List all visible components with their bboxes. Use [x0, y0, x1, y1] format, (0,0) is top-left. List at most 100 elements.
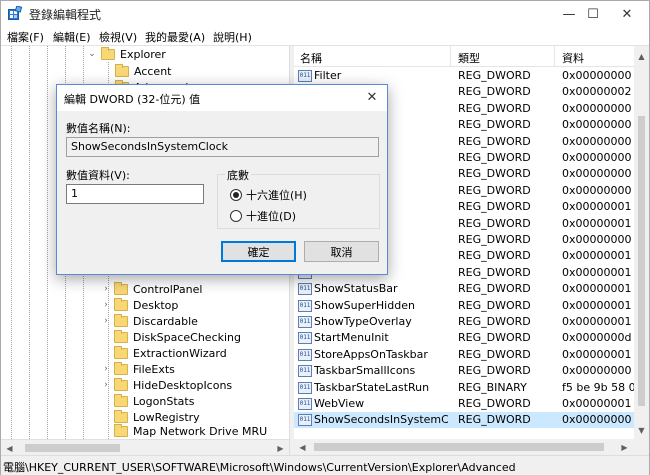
- list-item[interactable]: 011 StoreAppsOnTaskbar REG_DWORD 0x00000001…: [294, 347, 634, 363]
- cell-data: 0x00000001 (1: [562, 200, 634, 214]
- cell-name: ShowSuperHidden: [314, 298, 415, 312]
- tree-item-diskspacechecking[interactable]: DiskSpaceChecking: [114, 329, 241, 345]
- column-header-name[interactable]: 名稱: [300, 50, 322, 66]
- cell-name: TaskbarSmallIcons: [314, 364, 416, 378]
- tree-item-discardable[interactable]: › Discardable: [101, 313, 198, 329]
- maximize-icon: ☐: [587, 6, 599, 22]
- tree-item-controlpanel[interactable]: › ControlPanel: [101, 281, 202, 297]
- hex-radio-option[interactable]: 十六進位(H): [230, 187, 307, 203]
- scroll-left-icon[interactable]: ◀: [294, 439, 311, 456]
- chevron-right-icon[interactable]: ›: [101, 300, 111, 310]
- scroll-thumb[interactable]: [638, 116, 645, 406]
- list-item[interactable]: 011WebView REG_DWORD 0x00000001 (1: [294, 396, 634, 412]
- cell-type: REG_BINARY: [458, 380, 527, 394]
- chevron-right-icon[interactable]: ›: [101, 364, 111, 374]
- list-horizontal-scrollbar[interactable]: ◀ ▶: [294, 439, 649, 456]
- cell-data: 0x00000000 (0: [562, 183, 634, 197]
- chevron-down-icon[interactable]: ⌄: [87, 49, 97, 59]
- decimal-radio-option[interactable]: 十進位(D): [230, 208, 296, 224]
- cell-type: REG_DWORD: [458, 397, 531, 410]
- scroll-right-icon[interactable]: ▶: [616, 439, 633, 456]
- menu-view[interactable]: 檢視(V): [99, 29, 137, 45]
- reg-dword-icon: 011: [298, 332, 312, 345]
- decimal-radio-label: 十進位(D): [246, 210, 297, 223]
- list-item[interactable]: 011 TaskbarStateLastRun REG_BINARY f5 be 9b…: [294, 380, 634, 396]
- cell-data: 0x00000002 (2: [562, 85, 634, 99]
- cell-data: 0x00000000 (0: [562, 413, 634, 427]
- menu-favorites[interactable]: 我的最愛(A): [145, 29, 205, 45]
- tree-item-hidedesktopicons[interactable]: › HideDesktopIcons: [101, 377, 232, 393]
- decimal-radio[interactable]: [230, 210, 242, 222]
- cell-type: REG_DWORD: [458, 118, 531, 132]
- list-item[interactable]: 011 TaskbarSmallIcons REG_DWORD 0x00000000 …: [294, 363, 634, 379]
- edit-dword-dialog: 編輯 DWORD (32-位元) 值 ✕ 數值名稱(N): ShowSecond…: [56, 84, 388, 275]
- cell-data: 0x0000000d (1: [562, 331, 634, 345]
- scroll-up-icon[interactable]: ▲: [634, 48, 649, 65]
- ok-button[interactable]: 確定: [221, 241, 296, 262]
- list-item[interactable]: 011ShowStatusBar REG_DWORD 0x00000001 (1: [294, 281, 634, 297]
- chevron-right-icon[interactable]: ›: [101, 316, 111, 326]
- scroll-right-icon[interactable]: ▶: [272, 440, 289, 456]
- column-header-data[interactable]: 資料: [562, 50, 584, 66]
- cell-type: REG_DWORD: [458, 134, 531, 148]
- cell-data: 0x00000001 (1: [562, 347, 634, 361]
- close-button[interactable]: ✕: [607, 1, 647, 27]
- value-name-field[interactable]: ShowSecondsInSystemClock: [66, 137, 379, 157]
- title-bar[interactable]: 登錄編輯程式 — ☐ ✕: [1, 1, 649, 27]
- tree-item-desktop[interactable]: › Desktop: [101, 297, 178, 313]
- cell-data: 0x00000001 (1: [562, 397, 634, 410]
- tree-item-logonstats[interactable]: LogonStats: [114, 393, 194, 409]
- tree-item-accent[interactable]: Accent: [115, 63, 171, 79]
- scroll-left-icon[interactable]: ◀: [1, 440, 18, 456]
- tree-item-fileexts[interactable]: › FileExts: [101, 361, 175, 377]
- menu-edit[interactable]: 編輯(E): [53, 29, 91, 45]
- cell-type: REG_DWORD: [458, 200, 531, 214]
- close-icon: ✕: [621, 6, 633, 22]
- hex-radio-label: 十六進位(H): [246, 189, 307, 202]
- scroll-thumb[interactable]: [25, 444, 120, 452]
- tree-item-label: DiskSpaceChecking: [133, 330, 241, 344]
- chevron-right-icon[interactable]: ›: [101, 284, 111, 294]
- list-item[interactable]: 011ShowSecondsInSystemClo… REG_DWORD 0x000…: [294, 412, 634, 429]
- tree-item-mapnetworkdrivemru[interactable]: Map Network Drive MRU: [114, 423, 267, 439]
- reg-dword-icon: 011: [298, 70, 312, 82]
- menu-help[interactable]: 說明(H): [213, 29, 252, 45]
- cell-type: REG_DWORD: [458, 282, 531, 296]
- cell-type: REG_DWORD: [458, 183, 531, 197]
- tree-item-extractionwizard[interactable]: ExtractionWizard: [114, 345, 227, 361]
- chevron-right-icon[interactable]: ›: [101, 380, 111, 390]
- folder-icon: [114, 361, 128, 375]
- menu-file[interactable]: 檔案(F): [7, 29, 44, 45]
- list-vertical-scrollbar[interactable]: ▲ ▼: [634, 46, 649, 439]
- cell-data: 0x00000000 (0: [562, 233, 634, 246]
- list-item[interactable]: 011Filter REG_DWORD 0x00000000 (0: [294, 68, 634, 84]
- folder-icon: [115, 63, 129, 77]
- tree-horizontal-scrollbar[interactable]: ◀ ▶: [1, 439, 289, 456]
- cell-data: 0x00000001 (1: [562, 282, 634, 296]
- cell-name: ShowTypeOverlay: [314, 315, 412, 328]
- dialog-close-button[interactable]: ✕: [361, 87, 383, 107]
- cell-data: 0x00000001 (1: [562, 216, 634, 230]
- cell-data: 0x00000001 (1: [562, 249, 634, 263]
- list-item[interactable]: 011StartMenuInit REG_DWORD 0x0000000d (1: [294, 330, 634, 346]
- tree-item-label: LowRegistry: [133, 410, 200, 424]
- list-item[interactable]: 011ShowTypeOverlay REG_DWORD 0x00000001 (1: [294, 314, 634, 330]
- list-item[interactable]: 011ShowSuperHidden REG_DWORD 0x00000001 (1: [294, 298, 634, 314]
- cell-name: WebView: [314, 397, 365, 410]
- scroll-thumb[interactable]: [314, 443, 604, 451]
- dialog-title: 編輯 DWORD (32-位元) 值: [64, 93, 201, 106]
- value-data-input[interactable]: 1: [66, 184, 204, 204]
- folder-icon: [101, 46, 115, 60]
- cancel-button[interactable]: 取消: [304, 241, 379, 262]
- cell-type: REG_DWORD: [458, 233, 531, 246]
- hex-radio[interactable]: [230, 189, 242, 201]
- column-header-type[interactable]: 類型: [458, 50, 480, 66]
- close-icon: ✕: [366, 89, 378, 105]
- tree-item-explorer[interactable]: ⌄ Explorer: [87, 46, 166, 62]
- cell-name: StartMenuInit: [314, 331, 389, 345]
- cell-type: REG_DWORD: [458, 151, 531, 164]
- reg-dword-icon: 011: [298, 398, 312, 410]
- scroll-down-icon[interactable]: ▼: [634, 422, 649, 439]
- reg-dword-icon: 011: [298, 283, 312, 296]
- tree-item-label: Discardable: [133, 314, 198, 328]
